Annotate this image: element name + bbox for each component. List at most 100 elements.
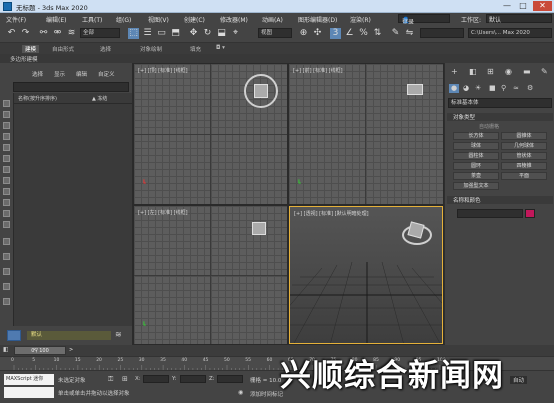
cone-button[interactable]: 圆锥体 <box>501 132 547 140</box>
add-time-tag[interactable]: 添加时间标记 <box>250 390 283 398</box>
sign-in-button[interactable]: 👤 登录 <box>398 14 450 26</box>
explorer-menu-customize[interactable]: 自定义 <box>98 70 115 78</box>
plane-button[interactable]: 平面 <box>501 172 547 180</box>
auto-key-button[interactable]: 自动 <box>510 376 528 384</box>
tab-freeform[interactable]: 自由形式 <box>52 45 74 53</box>
close-button[interactable]: ✕ <box>533 1 552 11</box>
viewport-top[interactable]: [+] [顶] [标准] [线框] ┗ <box>134 64 287 204</box>
named-selection-icon[interactable]: ✎ <box>390 28 401 39</box>
display-shapes-icon[interactable] <box>3 111 10 118</box>
angle-snap-icon[interactable]: ∠ <box>344 28 355 39</box>
object-name-input[interactable] <box>457 209 523 218</box>
workspace-dropdown[interactable]: 默认 <box>486 14 552 24</box>
project-folder-dropdown[interactable]: C:\Users\... Max 2020 <box>468 28 552 38</box>
absolute-mode-icon[interactable]: ⊞ <box>122 375 128 383</box>
column-name[interactable]: 名称(按升序排序) <box>18 95 57 102</box>
spacewarps-icon[interactable]: ≈ <box>513 84 519 92</box>
display-all-icon[interactable] <box>3 238 10 245</box>
redo-icon[interactable]: ↷ <box>20 28 31 39</box>
display-groups-icon[interactable] <box>3 166 10 173</box>
helpers-icon[interactable]: ⚲ <box>501 84 506 92</box>
viewport-left-label[interactable]: [+] [左] [标准] [线框] <box>138 209 188 216</box>
modify-tab-icon[interactable]: ◧ <box>469 67 477 76</box>
minimize-button[interactable]: — <box>500 1 514 11</box>
explorer-menu-display[interactable]: 显示 <box>54 70 65 78</box>
move-icon[interactable]: ✥ <box>188 28 199 39</box>
motion-tab-icon[interactable]: ◉ <box>505 67 512 76</box>
ribbon-options-icon[interactable]: ◘ ▾ <box>216 45 225 51</box>
display-bones-icon[interactable] <box>3 188 10 195</box>
time-slider-next[interactable]: > <box>69 347 73 353</box>
systems-icon[interactable]: ⚙ <box>527 84 533 92</box>
display-geometry-icon[interactable] <box>3 100 10 107</box>
place-icon[interactable]: ⌖ <box>230 28 241 39</box>
shapes-icon[interactable]: ◕ <box>463 84 469 92</box>
viewport-top-label[interactable]: [+] [顶] [标准] [线框] <box>138 67 188 74</box>
name-color-rollout[interactable]: 名称和颜色 <box>447 196 553 204</box>
layer-stack-icon[interactable]: ≋ <box>115 330 122 339</box>
sync-selection-icon[interactable] <box>3 283 10 290</box>
bind-space-warp-icon[interactable]: ≋ <box>66 28 77 39</box>
pivot-center-icon[interactable]: ⊕ <box>298 28 309 39</box>
menu-graph-editors[interactable]: 图形编辑器(D) <box>298 15 337 24</box>
viewport-persp-label[interactable]: [+] [透视] [标准] [默认明暗处理] <box>294 210 369 217</box>
rotate-icon[interactable]: ↻ <box>202 28 213 39</box>
menu-file[interactable]: 文件(F) <box>6 15 26 24</box>
viewport-left[interactable]: [+] [左] [标准] [线框] ┗ <box>134 206 287 344</box>
undo-icon[interactable]: ↶ <box>6 28 17 39</box>
display-cameras-icon[interactable] <box>3 133 10 140</box>
select-by-name-icon[interactable]: ☰ <box>142 28 153 39</box>
current-layer-dropdown[interactable]: 默认 <box>27 331 111 340</box>
cylinder-button[interactable]: 圆柱体 <box>453 152 499 160</box>
viewcube-face[interactable] <box>254 84 268 98</box>
link-icon[interactable]: ⚯ <box>38 28 49 39</box>
box-button[interactable]: 长方体 <box>453 132 499 140</box>
y-coordinate-field[interactable] <box>180 375 206 383</box>
named-selection-set-dropdown[interactable] <box>420 28 464 38</box>
explorer-search-input[interactable] <box>13 82 129 92</box>
autogrid-checkbox[interactable]: 自动栅格 <box>479 123 499 130</box>
display-frozen-icon[interactable] <box>3 210 10 217</box>
display-none-icon[interactable] <box>3 253 10 260</box>
geosphere-button[interactable]: 几何球体 <box>501 142 547 150</box>
text-plus-button[interactable]: 加强型文本 <box>453 182 499 190</box>
torus-button[interactable]: 圆环 <box>453 162 499 170</box>
viewport-front-label[interactable]: [+] [前] [标准] [线框] <box>293 67 343 74</box>
geometry-category-dropdown[interactable]: 标准基本体 <box>448 98 552 108</box>
reference-coordinate-dropdown[interactable]: 视图 <box>258 28 292 38</box>
select-object-icon[interactable]: ⬚ <box>128 28 139 39</box>
explorer-menu-select[interactable]: 选择 <box>32 70 43 78</box>
menu-modifiers[interactable]: 修改器(M) <box>220 15 248 24</box>
unlink-icon[interactable]: ⚮ <box>52 28 63 39</box>
polygon-modeling-label[interactable]: 多边形建模 <box>10 55 38 63</box>
add-time-tag-icon[interactable]: ◉ <box>238 389 243 396</box>
menu-rendering[interactable]: 渲染(R) <box>350 15 371 24</box>
rect-selection-icon[interactable]: ▭ <box>156 28 167 39</box>
display-hidden-icon[interactable] <box>3 221 10 228</box>
tab-modeling[interactable]: 建模 <box>22 45 40 53</box>
window-crossing-icon[interactable]: ⬒ <box>170 28 181 39</box>
display-containers-icon[interactable] <box>3 199 10 206</box>
create-tab-icon[interactable]: + <box>451 67 458 76</box>
snaps-toggle-icon[interactable]: 3 <box>330 28 341 39</box>
timeline-left-icon[interactable]: ◧ <box>3 346 9 353</box>
pyramid-button[interactable]: 四棱锥 <box>501 162 547 170</box>
lights-icon[interactable]: ☀ <box>475 84 481 92</box>
object-type-rollout[interactable]: 对象类型 <box>447 113 553 121</box>
geometry-icon[interactable]: ● <box>449 84 459 93</box>
sphere-button[interactable]: 球体 <box>453 142 499 150</box>
utilities-tab-icon[interactable]: ✎ <box>541 67 548 76</box>
display-tab-icon[interactable]: ▬ <box>523 67 531 76</box>
display-lights-icon[interactable] <box>3 122 10 129</box>
display-invert-icon[interactable] <box>3 268 10 275</box>
select-manipulate-icon[interactable]: ✣ <box>312 28 323 39</box>
spinner-snap-icon[interactable]: ⇅ <box>372 28 383 39</box>
z-coordinate-field[interactable] <box>217 375 243 383</box>
viewport-perspective[interactable]: [+] [透视] [标准] [默认明暗处理] <box>289 206 443 344</box>
column-frozen[interactable]: ▲ 冻结 <box>92 95 107 102</box>
time-slider-prev[interactable]: < <box>33 347 37 353</box>
maxscript-input[interactable] <box>4 387 54 398</box>
explorer-menu-edit[interactable]: 编辑 <box>76 70 87 78</box>
mirror-icon[interactable]: ⇋ <box>404 28 415 39</box>
menu-group[interactable]: 组(G) <box>116 15 131 24</box>
